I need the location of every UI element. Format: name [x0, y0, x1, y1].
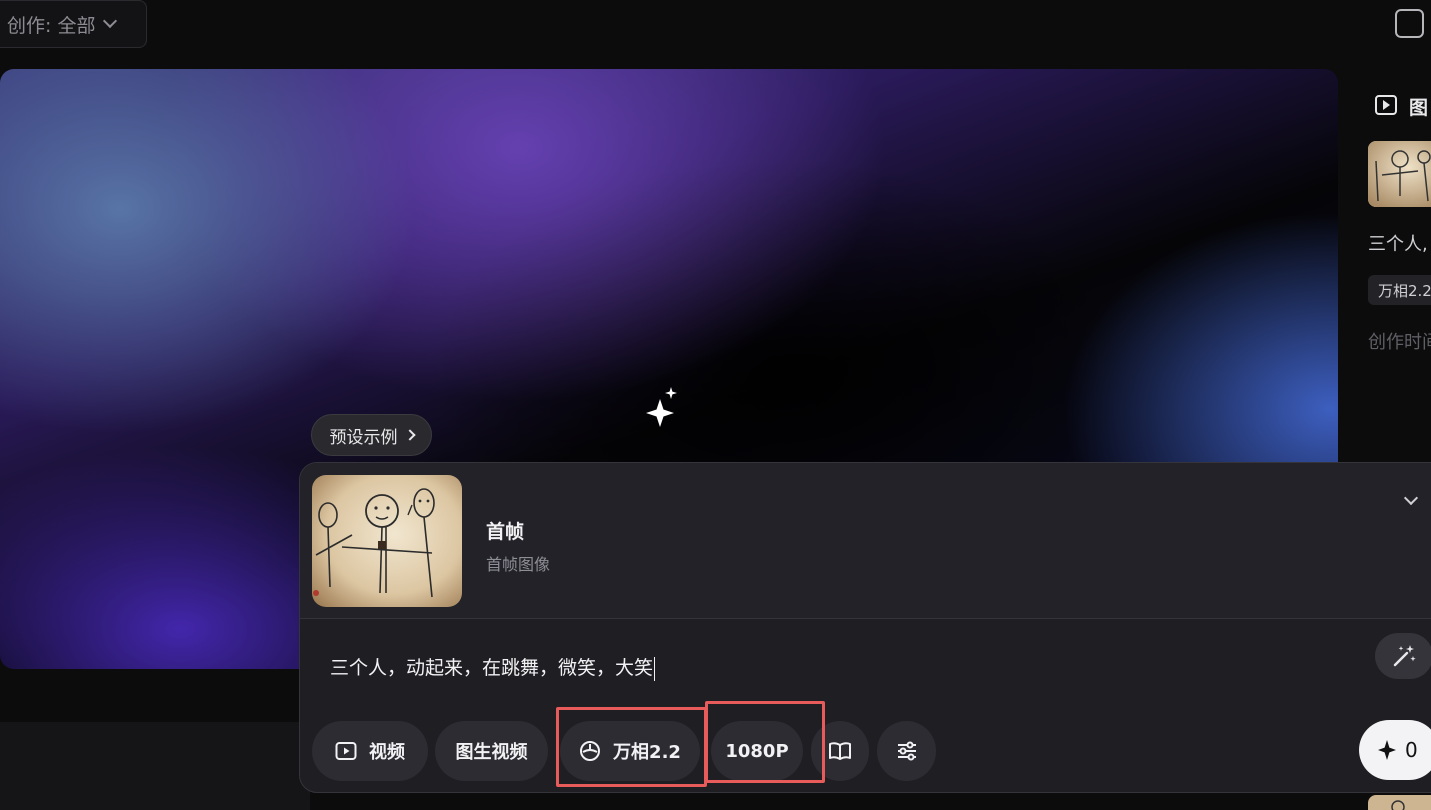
resolution-highlight-box [705, 701, 825, 783]
preset-examples-button[interactable]: 预设示例 [311, 414, 432, 456]
model-highlight-box [556, 707, 707, 787]
history-thumbnail-2[interactable] [1368, 795, 1431, 810]
magic-wand-icon [1393, 645, 1416, 667]
book-icon [829, 742, 851, 760]
generate-credits: 0 [1405, 738, 1418, 762]
preview-footer [0, 722, 310, 810]
creation-filter-dropdown[interactable]: 创作: 全部 [0, 0, 147, 48]
settings-button[interactable] [877, 721, 936, 781]
history-prompt: 三个人, [1368, 234, 1428, 255]
chevron-down-icon [103, 13, 118, 29]
video-type-button[interactable]: 视频 [312, 721, 428, 781]
child-drawing-image [312, 475, 462, 607]
preset-examples-label: 预设示例 [329, 427, 398, 448]
first-frame-section: 首帧 首帧图像 [300, 463, 1431, 619]
prompt-text: 三个人，动起来，在跳舞，微笑，大笑 [330, 657, 654, 679]
generate-button[interactable]: 0 [1359, 720, 1431, 780]
prompt-enhance-button[interactable] [1375, 633, 1431, 679]
history-model-tag: 万相2.2 [1368, 275, 1431, 305]
select-checkbox[interactable] [1395, 9, 1424, 38]
first-frame-title: 首帧 [486, 521, 525, 543]
filter-label: 创作: 全部 [7, 14, 96, 37]
prompt-input[interactable]: 三个人，动起来，在跳舞，微笑，大笑 [330, 653, 656, 681]
first-frame-thumbnail[interactable] [312, 475, 462, 607]
text-caret [654, 656, 656, 681]
history-thumbnail[interactable] [1368, 141, 1431, 207]
mode-label: 图生视频 [455, 742, 528, 763]
drawing-thumbnail-image-2 [1368, 795, 1431, 810]
chevron-right-icon [403, 429, 416, 441]
mode-button[interactable]: 图生视频 [435, 721, 548, 781]
sparkle-icon [1378, 740, 1396, 760]
sidebar-title: 图 [1409, 97, 1429, 119]
first-frame-subtitle: 首帧图像 [486, 555, 551, 574]
video-icon [335, 742, 357, 760]
sliders-icon [897, 741, 916, 761]
video-icon [1375, 95, 1397, 115]
history-created-time: 创作时间 [1368, 332, 1431, 353]
sparkle-icon [646, 387, 677, 427]
drawing-thumbnail-image [1368, 141, 1431, 207]
collapse-chevron-icon[interactable] [1403, 490, 1419, 506]
app-root: 创作: 全部 加速生成中，预计1m2s 预设示例 图 三个人, 万相2.2 创作 [0, 0, 1431, 810]
video-type-label: 视频 [369, 742, 405, 763]
